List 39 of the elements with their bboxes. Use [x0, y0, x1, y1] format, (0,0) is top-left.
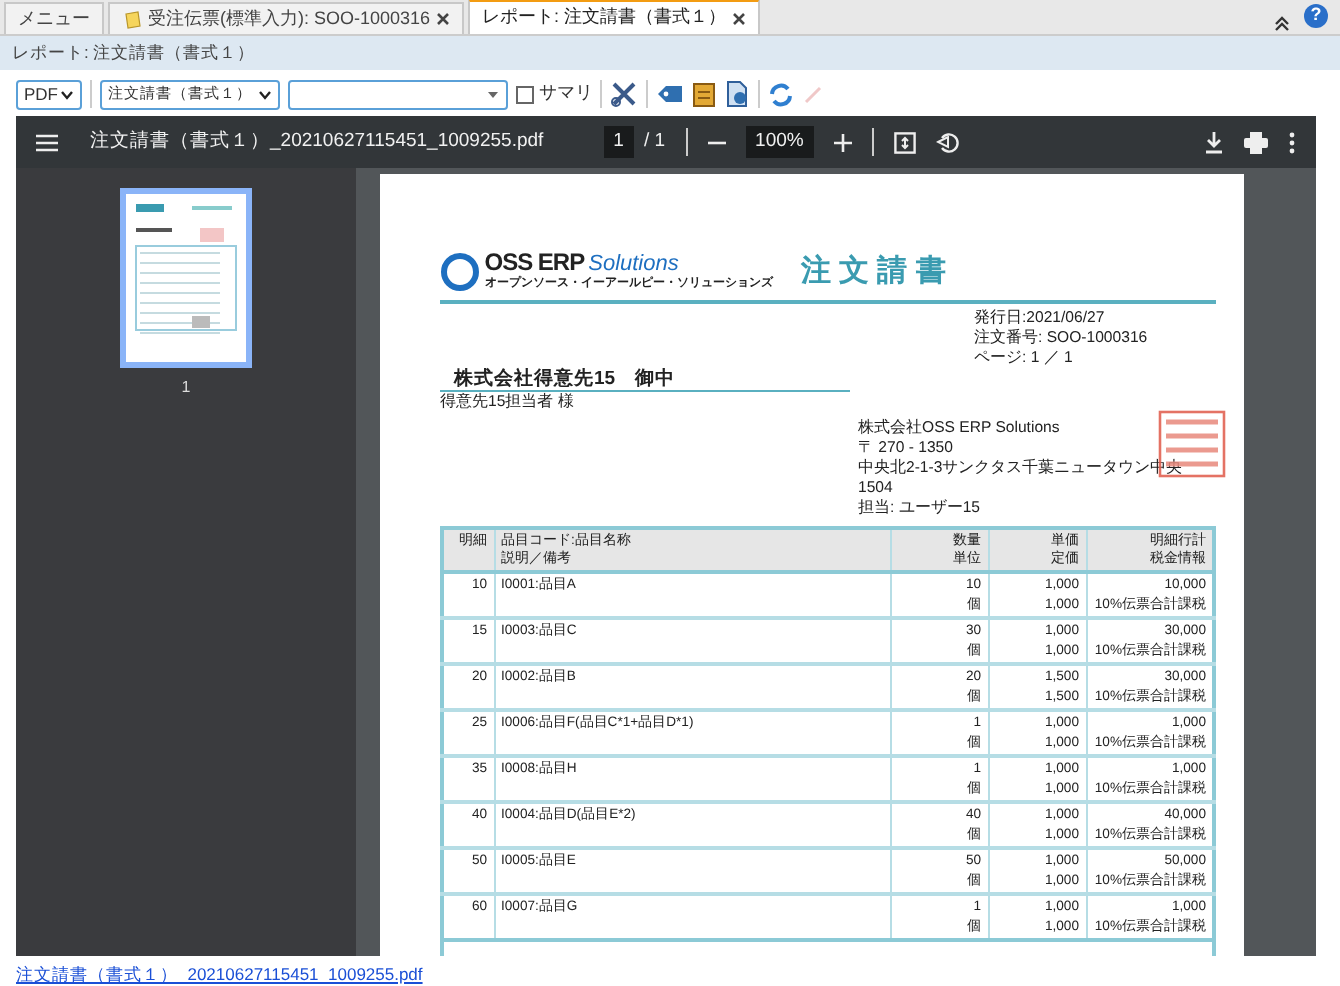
logo-text: Solutions [588, 252, 679, 276]
logo-text: OSS ERP [484, 248, 585, 276]
more-icon[interactable] [1288, 131, 1296, 153]
logo-ring-icon [440, 251, 480, 291]
document-icon[interactable] [724, 80, 751, 108]
caret-icon [486, 89, 500, 99]
file-link[interactable]: 注文請書（書式１）_20210627115451_1009255.pdf [16, 964, 423, 984]
zoom-in-icon[interactable] [833, 133, 852, 151]
combo-field[interactable] [288, 79, 508, 109]
download-icon[interactable] [1204, 131, 1224, 153]
page-field[interactable]: 1 [603, 125, 634, 159]
customer-name: 株式会社得意先15 御中 [440, 370, 850, 392]
close-icon[interactable] [732, 11, 747, 25]
page-number: 1 [181, 376, 191, 400]
print-icon[interactable] [1244, 131, 1268, 153]
form-icon[interactable] [692, 81, 717, 107]
rotate-icon[interactable] [935, 130, 960, 154]
page-total: / 1 [643, 127, 666, 156]
menu-icon[interactable] [36, 133, 58, 151]
file-name: 注文請書（書式１）_20210627115451_1009255.pdf [90, 127, 544, 156]
document-title: 注 文 請 書 [800, 253, 946, 289]
caret-icon [258, 89, 272, 99]
tag-icon[interactable] [656, 82, 685, 106]
checkbox[interactable] [516, 85, 534, 103]
page-thumbnail[interactable] [120, 188, 252, 368]
help-button[interactable]: ? [1304, 4, 1328, 28]
refresh-icon[interactable] [768, 81, 795, 107]
breadcrumb: レポート: 注文請書（書式１） [0, 36, 1340, 70]
caret-icon [60, 89, 74, 99]
fit-page-icon[interactable] [893, 131, 916, 153]
zoom-field[interactable]: 100% [745, 125, 814, 159]
tab[interactable]: レポート: 注文請書（書式１） [468, 0, 761, 34]
checkbox-label: サマリ [538, 80, 593, 107]
note-icon [122, 9, 142, 29]
tab[interactable]: 受注伝票(標準入力): SOO-1000316 [108, 2, 465, 34]
format-select[interactable]: PDF [16, 79, 82, 109]
collapse-icon[interactable] [1272, 14, 1292, 34]
close-icon[interactable] [436, 12, 451, 26]
tab[interactable]: メニュー [4, 2, 104, 34]
